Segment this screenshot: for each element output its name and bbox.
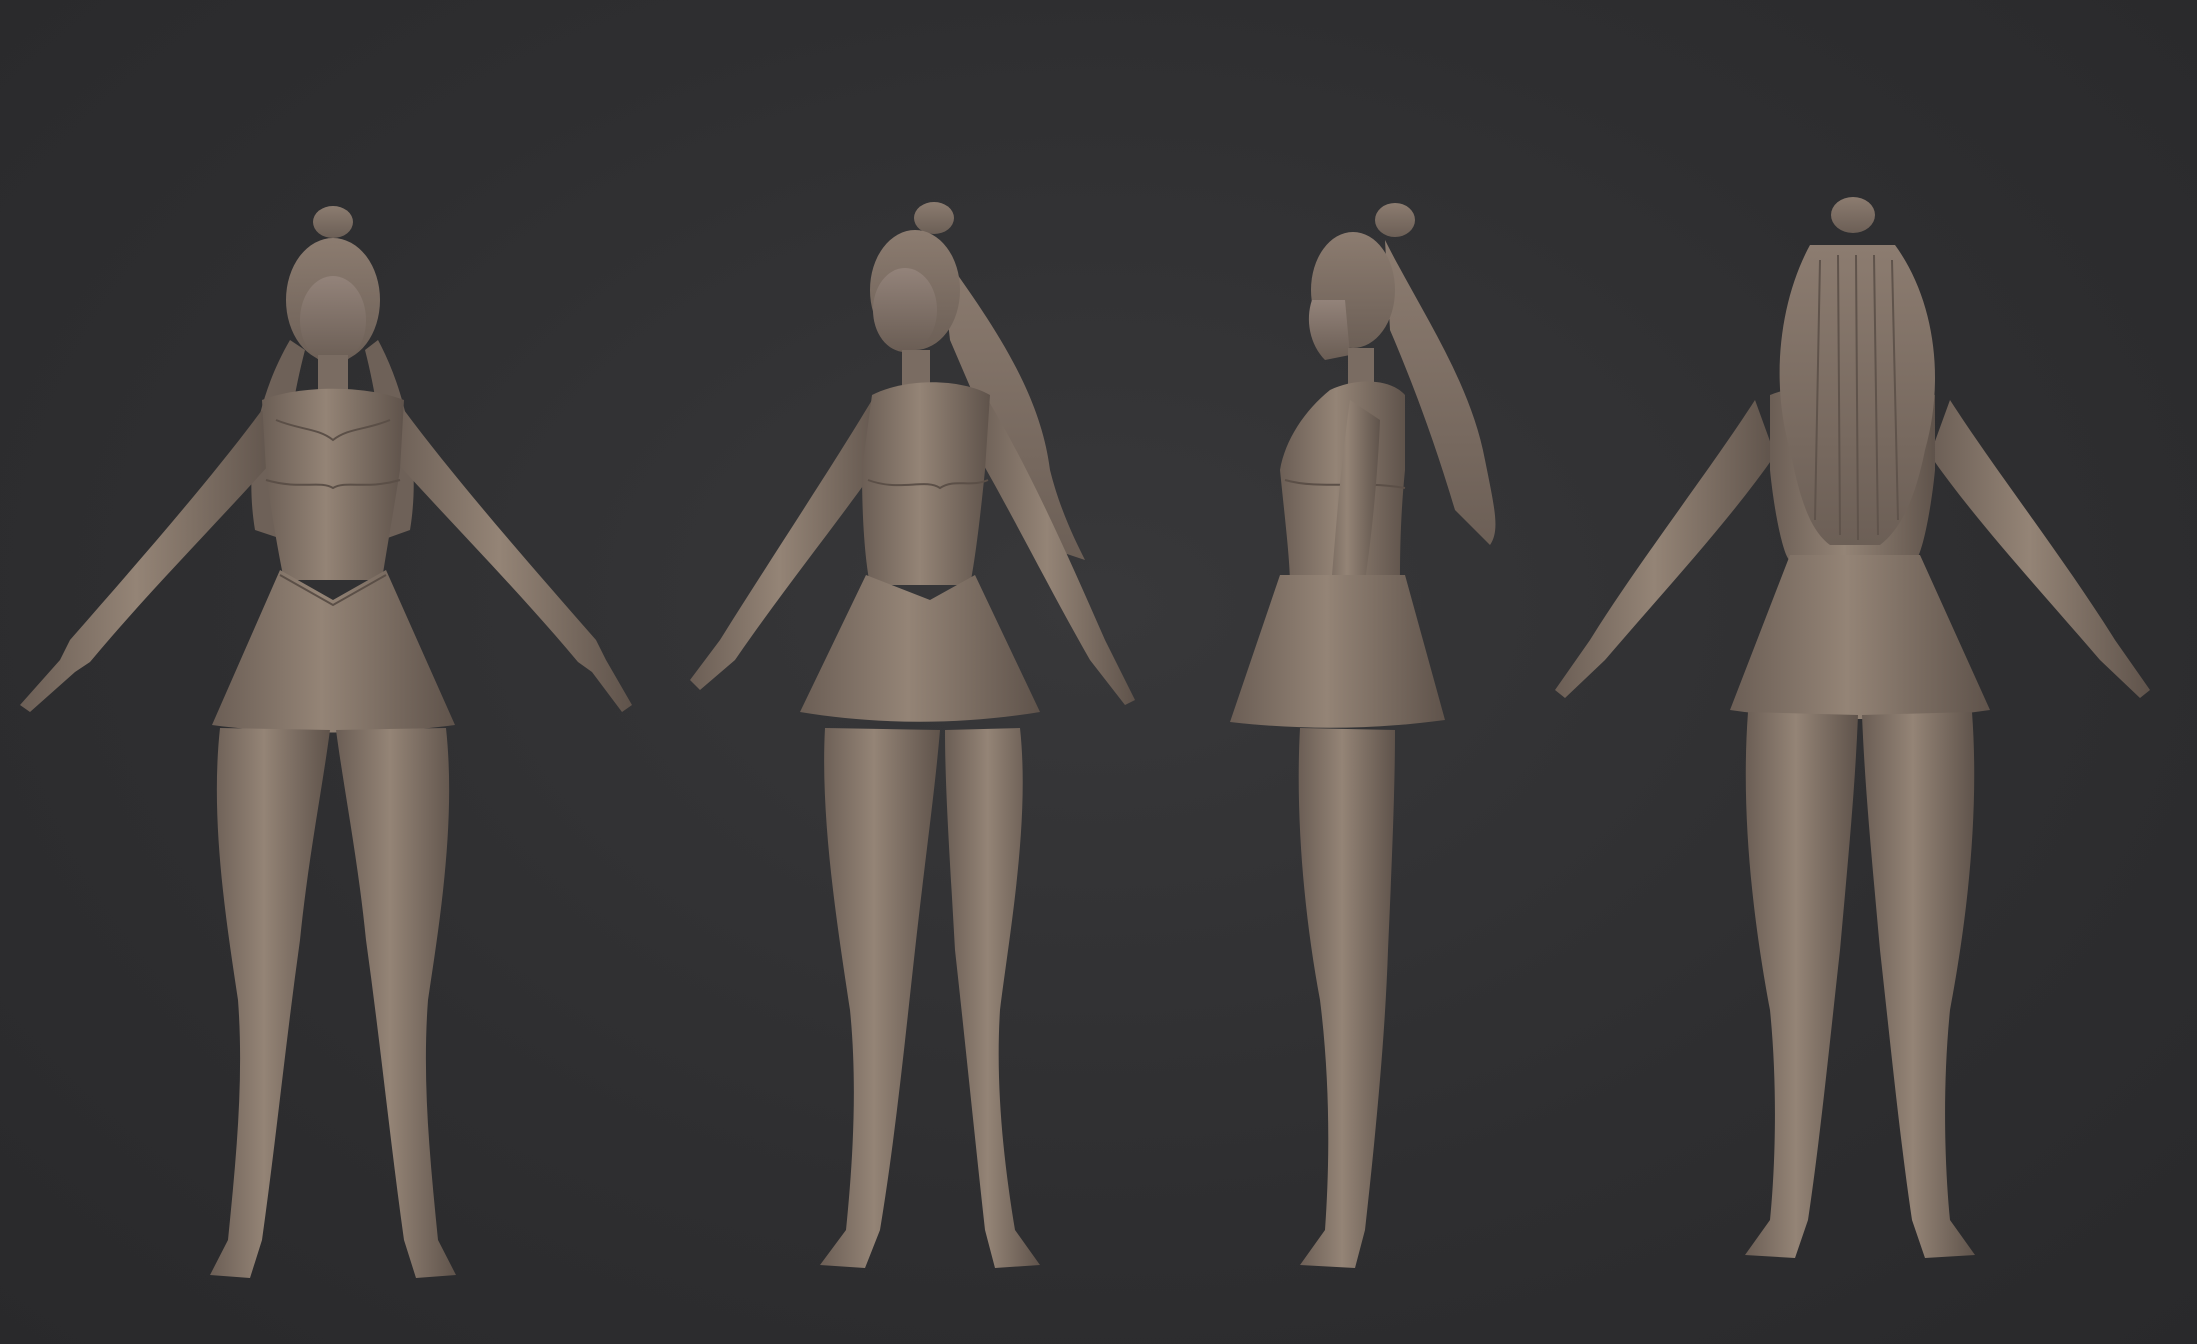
sculpt-render — [20, 197, 2150, 1278]
figure-side-view — [1230, 203, 1496, 1268]
figure-back-view — [1555, 197, 2150, 1258]
viewport-canvas — [0, 0, 2197, 1344]
figure-front-view — [20, 206, 632, 1278]
figure-three-quarter-view — [690, 202, 1135, 1268]
